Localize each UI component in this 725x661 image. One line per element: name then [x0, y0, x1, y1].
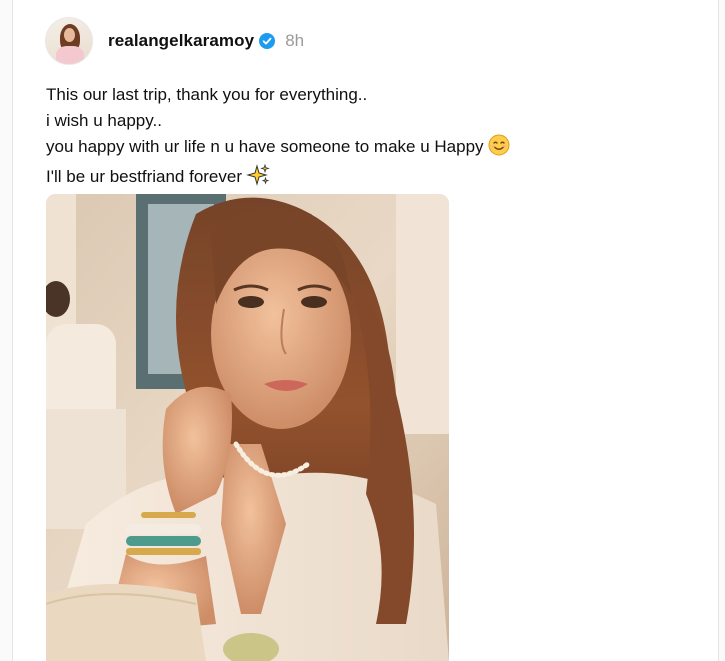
- post-timestamp[interactable]: 8h: [285, 31, 304, 51]
- username-link[interactable]: realangelkaramoy: [108, 31, 254, 51]
- sparkles-icon: [246, 163, 270, 194]
- caption-line-4-text: I'll be ur bestfriand forever: [46, 167, 243, 186]
- caption-line-3-text: you happy with ur life n u have someone …: [46, 137, 484, 156]
- smiling-face-icon: [488, 134, 510, 164]
- avatar[interactable]: [45, 17, 93, 65]
- left-border: [0, 0, 13, 661]
- post-photo[interactable]: [46, 194, 449, 661]
- caption-line-3: you happy with ur life n u have someone …: [46, 134, 646, 164]
- right-border: [718, 0, 725, 661]
- post-caption: This our last trip, thank you for everyt…: [46, 82, 646, 194]
- verified-badge-icon: [259, 33, 276, 49]
- caption-line-2: i wish u happy..: [46, 111, 162, 130]
- avatar-face: [64, 28, 75, 42]
- avatar-dress: [56, 46, 84, 64]
- post-header: realangelkaramoy 8h: [45, 17, 304, 65]
- caption-line-4: I'll be ur bestfriand forever: [46, 163, 646, 194]
- caption-line-1: This our last trip, thank you for everyt…: [46, 85, 368, 104]
